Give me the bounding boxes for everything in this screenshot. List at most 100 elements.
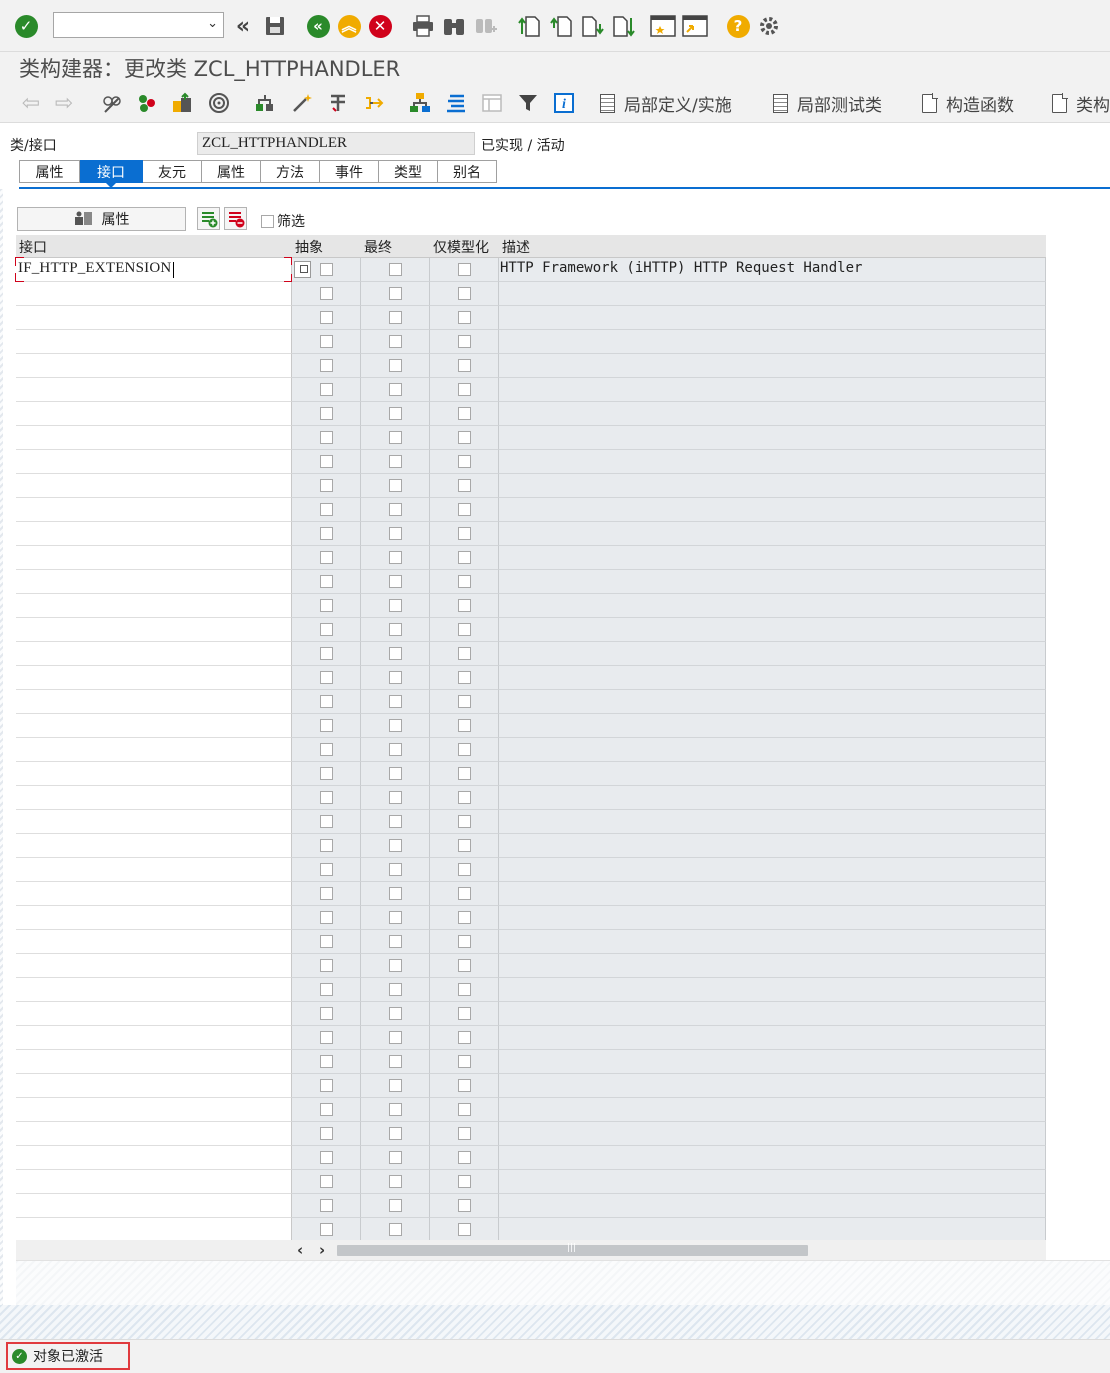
final-checkbox[interactable] [389, 599, 402, 612]
final-checkbox[interactable] [389, 1103, 402, 1116]
abstract-checkbox[interactable] [320, 1127, 333, 1140]
interface-cell[interactable] [16, 402, 292, 426]
final-checkbox[interactable] [389, 1175, 402, 1188]
abstract-checkbox[interactable] [320, 1175, 333, 1188]
modeled-only-checkbox[interactable] [458, 1055, 471, 1068]
interface-cell[interactable] [16, 546, 292, 570]
layout-icon[interactable] [480, 91, 504, 115]
modeled-only-checkbox[interactable] [458, 743, 471, 756]
modeled-only-checkbox[interactable] [458, 1175, 471, 1188]
interface-cell[interactable] [16, 450, 292, 474]
list-icon[interactable] [444, 91, 468, 115]
column-header-modeled-only[interactable]: 仅模型化 [433, 237, 489, 257]
tab-friends[interactable]: 友元 [143, 160, 202, 183]
first-page-icon[interactable] [516, 13, 542, 39]
final-checkbox[interactable] [389, 407, 402, 420]
interface-cell[interactable] [16, 498, 292, 522]
modeled-only-checkbox[interactable] [458, 1223, 471, 1236]
interface-cell[interactable] [16, 594, 292, 618]
final-checkbox[interactable] [389, 743, 402, 756]
final-checkbox[interactable] [389, 1127, 402, 1140]
breakpoint-icon[interactable] [326, 91, 350, 115]
abstract-checkbox[interactable] [320, 983, 333, 996]
abstract-checkbox[interactable] [320, 383, 333, 396]
tab-interfaces[interactable]: 接口 [80, 160, 143, 188]
abstract-checkbox[interactable] [320, 1103, 333, 1116]
column-header-abstract[interactable]: 抽象 [295, 237, 323, 257]
abstract-checkbox[interactable] [320, 959, 333, 972]
abstract-checkbox[interactable] [320, 887, 333, 900]
modeled-only-checkbox[interactable] [458, 719, 471, 732]
filter-icon[interactable] [516, 91, 540, 115]
abstract-checkbox[interactable] [320, 791, 333, 804]
interface-cell[interactable] [16, 1002, 292, 1026]
final-checkbox[interactable] [389, 383, 402, 396]
modeled-only-checkbox[interactable] [458, 1151, 471, 1164]
interface-cell[interactable] [16, 1194, 292, 1218]
filter-checkbox[interactable] [261, 214, 274, 228]
interface-cell[interactable] [16, 354, 292, 378]
tab-aliases[interactable]: 别名 [438, 160, 497, 183]
interface-cell[interactable] [16, 1170, 292, 1194]
tab-events[interactable]: 事件 [320, 160, 379, 183]
interface-cell[interactable] [16, 1218, 292, 1242]
abstract-checkbox[interactable] [320, 671, 333, 684]
final-checkbox[interactable] [389, 791, 402, 804]
modeled-only-checkbox[interactable] [458, 1079, 471, 1092]
exit-icon[interactable]: ︽ [336, 13, 362, 39]
interface-cell[interactable] [16, 1026, 292, 1050]
interface-cell[interactable] [16, 858, 292, 882]
final-checkbox[interactable] [389, 815, 402, 828]
interface-cell[interactable] [16, 426, 292, 450]
delete-row-icon[interactable] [224, 207, 247, 230]
final-checkbox[interactable] [389, 671, 402, 684]
interface-cell[interactable] [16, 786, 292, 810]
final-checkbox[interactable] [389, 1223, 402, 1236]
modeled-only-checkbox[interactable] [458, 1007, 471, 1020]
final-checkbox[interactable] [389, 431, 402, 444]
abstract-checkbox[interactable] [320, 911, 333, 924]
interface-cell[interactable] [16, 378, 292, 402]
modeled-only-checkbox[interactable] [458, 935, 471, 948]
tab-types[interactable]: 类型 [379, 160, 438, 183]
scroll-right-icon[interactable]: › [319, 1241, 325, 1259]
abstract-checkbox[interactable] [320, 263, 333, 276]
interface-cell[interactable] [16, 618, 292, 642]
modeled-only-checkbox[interactable] [458, 479, 471, 492]
find-icon[interactable] [441, 13, 467, 39]
modeled-only-checkbox[interactable] [458, 671, 471, 684]
abstract-checkbox[interactable] [320, 623, 333, 636]
final-checkbox[interactable] [389, 551, 402, 564]
enter-icon[interactable]: ✓ [13, 13, 39, 39]
final-checkbox[interactable] [389, 1031, 402, 1044]
activate-icon[interactable] [135, 91, 159, 115]
modeled-only-checkbox[interactable] [458, 311, 471, 324]
back-double-icon[interactable]: « [230, 13, 256, 39]
abstract-checkbox[interactable] [320, 1223, 333, 1236]
interface-cell[interactable] [16, 930, 292, 954]
interface-cell[interactable] [16, 906, 292, 930]
final-checkbox[interactable] [389, 839, 402, 852]
modeled-only-checkbox[interactable] [458, 623, 471, 636]
abstract-checkbox[interactable] [320, 935, 333, 948]
hierarchy-icon[interactable] [408, 91, 432, 115]
modeled-only-checkbox[interactable] [458, 431, 471, 444]
local-definitions-button[interactable]: 局部定义/实施 [600, 91, 732, 116]
modeled-only-checkbox[interactable] [458, 1127, 471, 1140]
interface-cell[interactable] [16, 1146, 292, 1170]
interface-cell[interactable] [16, 954, 292, 978]
interface-cell[interactable]: IF_HTTP_EXTENSION [15, 257, 292, 282]
modeled-only-checkbox[interactable] [458, 1103, 471, 1116]
abstract-checkbox[interactable] [320, 1031, 333, 1044]
modeled-only-checkbox[interactable] [458, 863, 471, 876]
shortcut-icon[interactable] [682, 13, 708, 39]
arrow-right-icon[interactable]: ⇨ [52, 91, 76, 116]
final-checkbox[interactable] [389, 575, 402, 588]
abstract-checkbox[interactable] [320, 311, 333, 324]
abstract-checkbox[interactable] [320, 575, 333, 588]
modeled-only-checkbox[interactable] [458, 335, 471, 348]
filter-option[interactable]: 筛选 [261, 211, 305, 231]
modeled-only-checkbox[interactable] [458, 359, 471, 372]
final-checkbox[interactable] [389, 887, 402, 900]
abstract-checkbox[interactable] [320, 359, 333, 372]
